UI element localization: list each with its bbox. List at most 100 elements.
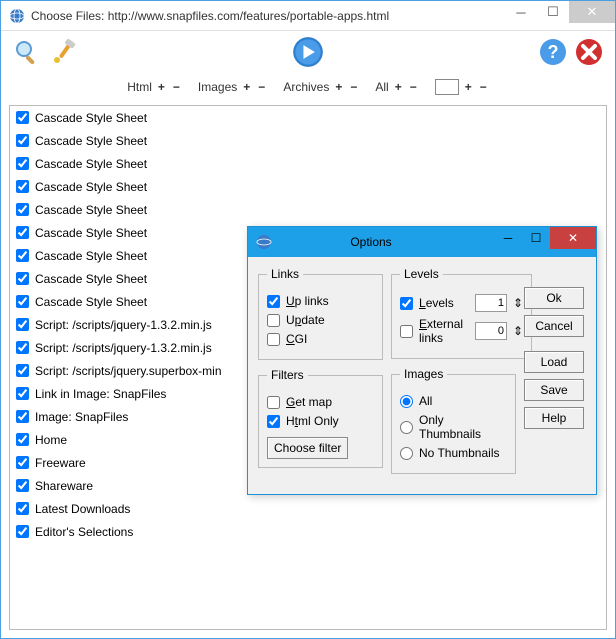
- list-item-label: Cascade Style Sheet: [35, 295, 147, 309]
- list-item-label: Cascade Style Sheet: [35, 111, 147, 125]
- list-item-label: Freeware: [35, 456, 86, 470]
- list-item-label: Cascade Style Sheet: [35, 249, 147, 263]
- list-item-checkbox[interactable]: [16, 226, 29, 239]
- filters-group: Filters Get map Html Only Choose filter: [258, 368, 383, 468]
- save-button[interactable]: Save: [524, 379, 584, 401]
- list-item-checkbox[interactable]: [16, 433, 29, 446]
- dialog-body: Links Up links Update CGI Filters Get ma…: [248, 257, 596, 494]
- list-item-checkbox[interactable]: [16, 410, 29, 423]
- list-item-checkbox[interactable]: [16, 180, 29, 193]
- minimize-button[interactable]: ─: [505, 1, 537, 23]
- external-input[interactable]: [475, 322, 507, 340]
- list-item-label: Script: /scripts/jquery-1.3.2.min.js: [35, 341, 212, 355]
- close-button[interactable]: ✕: [569, 1, 615, 23]
- list-item-label: Cascade Style Sheet: [35, 157, 147, 171]
- cgi-label: CGI: [286, 332, 307, 346]
- play-icon[interactable]: [292, 36, 324, 68]
- list-item-checkbox[interactable]: [16, 502, 29, 515]
- list-item[interactable]: Latest Downloads: [10, 497, 606, 520]
- list-item-label: Script: /scripts/jquery-1.3.2.min.js: [35, 318, 212, 332]
- titlebar: Choose Files: http://www.snapfiles.com/f…: [1, 1, 615, 31]
- html-minus[interactable]: −: [171, 80, 182, 94]
- list-item-checkbox[interactable]: [16, 479, 29, 492]
- list-item-checkbox[interactable]: [16, 387, 29, 400]
- help-icon[interactable]: ?: [539, 38, 567, 66]
- images-plus[interactable]: +: [241, 80, 252, 94]
- list-item-checkbox[interactable]: [16, 525, 29, 538]
- list-item-label: Cascade Style Sheet: [35, 272, 147, 286]
- levels-label: Levels: [419, 296, 454, 310]
- cgi-checkbox[interactable]: [267, 333, 280, 346]
- cancel-icon[interactable]: [575, 38, 603, 66]
- list-item-checkbox[interactable]: [16, 318, 29, 331]
- list-item-checkbox[interactable]: [16, 295, 29, 308]
- images-legend: Images: [400, 367, 447, 381]
- list-item[interactable]: Cascade Style Sheet: [10, 106, 606, 129]
- levels-checkbox[interactable]: [400, 297, 413, 310]
- external-checkbox[interactable]: [400, 325, 413, 338]
- swatch-plus[interactable]: +: [463, 80, 474, 94]
- archives-plus[interactable]: +: [333, 80, 344, 94]
- archives-minus[interactable]: −: [348, 80, 359, 94]
- list-item[interactable]: Editor's Selections: [10, 520, 606, 543]
- help-button[interactable]: Help: [524, 407, 584, 429]
- all-plus[interactable]: +: [393, 80, 404, 94]
- list-item-label: Cascade Style Sheet: [35, 203, 147, 217]
- filter-archives-label: Archives: [283, 80, 329, 94]
- search-icon[interactable]: [13, 38, 41, 66]
- list-item[interactable]: Cascade Style Sheet: [10, 198, 606, 221]
- list-item[interactable]: Cascade Style Sheet: [10, 129, 606, 152]
- dialog-maximize-button[interactable]: ☐: [522, 227, 550, 249]
- filter-bar: Html + − Images + − Archives + − All + −…: [1, 73, 615, 101]
- list-item-label: Latest Downloads: [35, 502, 130, 516]
- uplinks-label: Up links: [286, 294, 329, 308]
- list-item-checkbox[interactable]: [16, 111, 29, 124]
- list-item-label: Cascade Style Sheet: [35, 226, 147, 240]
- app-icon: [9, 8, 25, 24]
- list-item[interactable]: Cascade Style Sheet: [10, 152, 606, 175]
- load-button[interactable]: Load: [524, 351, 584, 373]
- list-item-label: Link in Image: SnapFiles: [35, 387, 166, 401]
- levels-input[interactable]: [475, 294, 507, 312]
- window-controls: ─ ☐ ✕: [505, 1, 615, 30]
- filter-all-label: All: [375, 80, 388, 94]
- dialog-close-button[interactable]: ✕: [550, 227, 596, 249]
- ok-button[interactable]: Ok: [524, 287, 584, 309]
- list-item-label: Home: [35, 433, 67, 447]
- html-plus[interactable]: +: [156, 80, 167, 94]
- links-group: Links Up links Update CGI: [258, 267, 383, 360]
- color-swatch[interactable]: [435, 79, 459, 95]
- choose-filter-button[interactable]: Choose filter: [267, 437, 348, 459]
- dialog-controls: ─ ☐ ✕: [494, 227, 596, 249]
- toolbar: ?: [1, 31, 615, 73]
- getmap-checkbox[interactable]: [267, 396, 280, 409]
- swatch-minus[interactable]: −: [478, 80, 489, 94]
- list-item-checkbox[interactable]: [16, 341, 29, 354]
- list-item-checkbox[interactable]: [16, 364, 29, 377]
- list-item[interactable]: Cascade Style Sheet: [10, 175, 606, 198]
- list-item-checkbox[interactable]: [16, 203, 29, 216]
- list-item-checkbox[interactable]: [16, 134, 29, 147]
- htmlonly-checkbox[interactable]: [267, 415, 280, 428]
- svg-text:?: ?: [548, 42, 559, 62]
- cancel-button[interactable]: Cancel: [524, 315, 584, 337]
- list-item-checkbox[interactable]: [16, 249, 29, 262]
- list-item-checkbox[interactable]: [16, 456, 29, 469]
- dialog-minimize-button[interactable]: ─: [494, 227, 522, 249]
- settings-icon[interactable]: [49, 38, 77, 66]
- images-onlythumbs-radio[interactable]: [400, 421, 413, 434]
- external-label: External links: [419, 317, 463, 345]
- filter-images-label: Images: [198, 80, 237, 94]
- list-item-checkbox[interactable]: [16, 157, 29, 170]
- dialog-app-icon: [256, 234, 272, 250]
- maximize-button[interactable]: ☐: [537, 1, 569, 23]
- update-checkbox[interactable]: [267, 314, 280, 327]
- images-minus[interactable]: −: [256, 80, 267, 94]
- all-minus[interactable]: −: [408, 80, 419, 94]
- images-nothumbs-radio[interactable]: [400, 447, 413, 460]
- list-item-checkbox[interactable]: [16, 272, 29, 285]
- images-all-radio[interactable]: [400, 395, 413, 408]
- list-item-label: Editor's Selections: [35, 525, 133, 539]
- uplinks-checkbox[interactable]: [267, 295, 280, 308]
- images-group: Images All Only Thumbnails No Thumbnails: [391, 367, 516, 474]
